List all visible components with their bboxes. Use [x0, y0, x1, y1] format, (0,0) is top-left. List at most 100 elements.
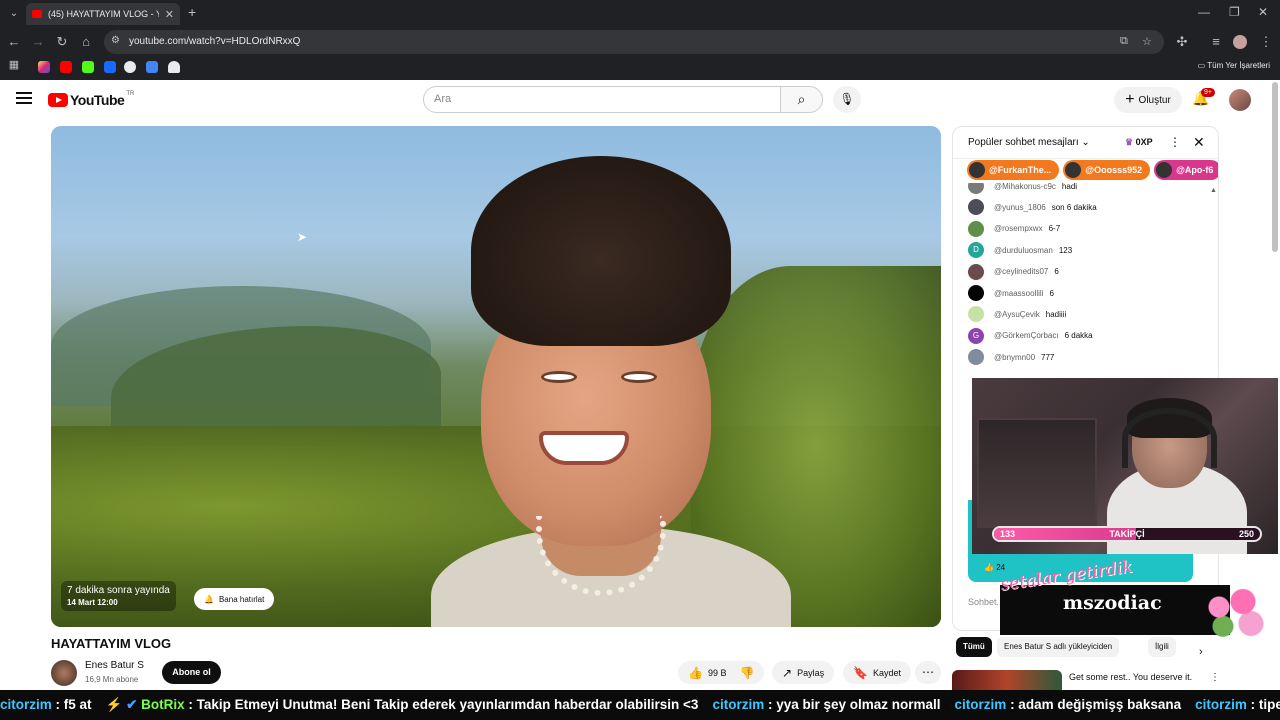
ticker-username: citorzim	[1195, 697, 1247, 712]
instagram-bookmark-icon[interactable]	[38, 61, 50, 73]
save-button[interactable]: 🔖 Kaydet	[843, 661, 911, 684]
premiere-date: 14 Mart 12:00	[67, 598, 118, 607]
like-count: 99 B	[707, 667, 727, 678]
openai-bookmark-icon[interactable]	[124, 61, 136, 73]
chat-username[interactable]: @rosempxwx	[994, 224, 1043, 233]
youtube-bookmark-icon[interactable]	[60, 61, 72, 73]
chat-avatar[interactable]	[968, 285, 984, 301]
chevron-down-icon: ⌄	[1081, 137, 1090, 148]
chat-username[interactable]: @durduluosman	[994, 246, 1053, 255]
behance-bookmark-icon[interactable]	[104, 61, 116, 73]
recommended-thumbnail[interactable]	[952, 670, 1062, 692]
channel-name[interactable]: Enes Batur S	[85, 660, 144, 671]
site-info-icon[interactable]: ⚙	[111, 35, 120, 46]
premiere-countdown: 7 dakika sonra yayında 14 Mart 12:00	[61, 581, 176, 611]
translate-bookmark-icon[interactable]	[146, 61, 158, 73]
restore-icon[interactable]: ❐	[1229, 5, 1240, 19]
forward-icon[interactable]: →	[30, 34, 46, 49]
create-button[interactable]: + Oluştur	[1114, 87, 1182, 113]
more-actions-icon[interactable]: ⋯	[915, 661, 941, 684]
subscribe-button[interactable]: Abone ol	[162, 661, 221, 684]
chat-mode-dropdown[interactable]: Popüler sohbet mesajları ⌄	[968, 137, 1090, 148]
thumbs-down-icon[interactable]: 👎	[739, 666, 754, 680]
recommended-menu-icon[interactable]: ⋮	[1210, 672, 1220, 683]
chat-username[interactable]: @yunus_1806	[994, 203, 1046, 212]
mouse-cursor-icon: ➤	[297, 230, 308, 244]
tab-search-icon[interactable]: ⌄	[6, 6, 22, 22]
chat-username[interactable]: @ceylinedits07	[994, 267, 1048, 276]
apps-grid-icon[interactable]: ▦	[6, 58, 22, 71]
pinned-chip[interactable]: @FurkanThe...	[967, 160, 1060, 180]
url-text[interactable]: youtube.com/watch?v=HDLOrdNRxxQ	[129, 36, 300, 47]
new-tab-icon[interactable]: +	[188, 4, 196, 20]
search-input[interactable]: Ara	[423, 86, 781, 113]
share-button[interactable]: ↗ Paylaş	[772, 661, 835, 684]
bookmark-star-icon[interactable]: ☆	[1142, 35, 1152, 48]
chat-avatar[interactable]	[968, 199, 984, 216]
chat-text: 6	[1049, 288, 1054, 298]
chat-scroll-up-icon[interactable]: ▲	[1210, 187, 1217, 194]
voice-search-button[interactable]: 🎙	[833, 86, 861, 113]
create-label: Oluştur	[1138, 94, 1171, 106]
home-icon[interactable]: ⌂	[78, 34, 94, 49]
youtube-logo[interactable]: YouTube TR	[48, 91, 134, 108]
chat-avatar[interactable]: G	[968, 327, 984, 344]
video-player[interactable]: ➤ 7 dakika sonra yayında 14 Mart 12:00 🔔…	[51, 126, 941, 627]
close-chat-icon[interactable]: ✕	[1193, 134, 1205, 151]
ticker-username: citorzim	[0, 697, 52, 712]
xp-badge[interactable]: ♛ 0XP	[1125, 137, 1153, 148]
channel-avatar[interactable]	[51, 660, 77, 686]
close-tab-icon[interactable]: ✕	[165, 8, 174, 21]
profile-avatar[interactable]	[1233, 35, 1247, 49]
chat-avatar[interactable]	[968, 183, 984, 194]
close-window-icon[interactable]: ✕	[1258, 5, 1268, 19]
chat-avatar[interactable]	[968, 220, 984, 237]
ticker-message: citorzim : yya bir şey olmaz normall	[712, 697, 940, 712]
account-avatar[interactable]	[1229, 89, 1251, 111]
ticker-text: : Takip Etmeyi Unutma! Beni Takip ederek…	[184, 697, 699, 712]
chevron-right-icon[interactable]: ›	[1199, 646, 1203, 658]
chat-username[interactable]: @maassoollili	[994, 289, 1043, 298]
browser-tab[interactable]: (45) HAYATTAYIM VLOG - YouTu ✕	[26, 3, 180, 25]
extensions-icon[interactable]: ✣	[1174, 34, 1190, 50]
address-bar[interactable]: ⚙ youtube.com/watch?v=HDLOrdNRxxQ ⧉ ☆	[104, 30, 1164, 54]
remind-me-button[interactable]: 🔔 Bana hatırlat	[194, 588, 275, 610]
chat-avatar[interactable]	[968, 306, 984, 323]
pinned-chip[interactable]: @Apo-f6	[1154, 160, 1218, 180]
subscriber-count: 16,9 Mn abone	[85, 675, 139, 684]
chat-menu-icon[interactable]: ⋮	[1169, 135, 1181, 149]
chat-username[interactable]: @AysuÇevik	[994, 310, 1040, 319]
chat-username[interactable]: @GörkemÇorbacı	[994, 331, 1059, 340]
hamburger-menu-icon[interactable]	[16, 92, 32, 106]
back-icon[interactable]: ←	[6, 34, 22, 49]
chip-all[interactable]: Tümü	[956, 637, 992, 657]
tab-bar: ⌄ (45) HAYATTAYIM VLOG - YouTu ✕ + — ❐ ✕	[0, 0, 1280, 28]
chat-text: 6-7	[1048, 224, 1061, 234]
install-icon[interactable]: ⧉	[1120, 35, 1128, 48]
chat-avatar[interactable]	[968, 263, 984, 280]
bell-icon: 🔔	[204, 594, 214, 604]
overlay-brand-name: mszodiac	[1063, 592, 1162, 614]
like-button[interactable]: 👍 99 B 👎	[678, 661, 765, 684]
webcam-overlay: 133 TAKİPÇİ 250	[972, 378, 1278, 554]
search-button[interactable]: ⌕	[780, 86, 823, 113]
recommended-title[interactable]: Get some rest.. You deserve it.	[1069, 672, 1192, 682]
kick-bookmark-icon[interactable]	[82, 61, 94, 73]
minimize-icon[interactable]: —	[1198, 5, 1210, 19]
plus-icon: +	[1125, 91, 1135, 108]
reload-icon[interactable]: ↻	[54, 34, 70, 50]
chip-related[interactable]: İlgili	[1148, 637, 1176, 657]
menu-kebab-icon[interactable]: ⋮	[1258, 34, 1274, 50]
all-bookmarks[interactable]: ▭ Tüm Yer İşaretleri	[1198, 61, 1270, 70]
chip-from-uploader[interactable]: Enes Batur S adlı yükleyiciden	[997, 637, 1120, 657]
chat-ticker: citorzim : f5 at ⚡ ✔ BotRix : Takip Etmey…	[0, 690, 1280, 720]
steam-bookmark-icon[interactable]	[168, 61, 180, 73]
page-scrollbar[interactable]	[1272, 82, 1278, 252]
chat-avatar[interactable]: D	[968, 242, 984, 259]
chat-username[interactable]: @Mihakonus-c9c	[994, 183, 1056, 191]
chat-avatar[interactable]	[968, 349, 984, 366]
chat-input[interactable]: Sohbet...	[968, 597, 1004, 607]
chat-username[interactable]: @bnymn00	[994, 353, 1035, 362]
pinned-chip[interactable]: @Ooosss952	[1063, 160, 1151, 180]
media-icon[interactable]: ≡	[1208, 34, 1224, 49]
